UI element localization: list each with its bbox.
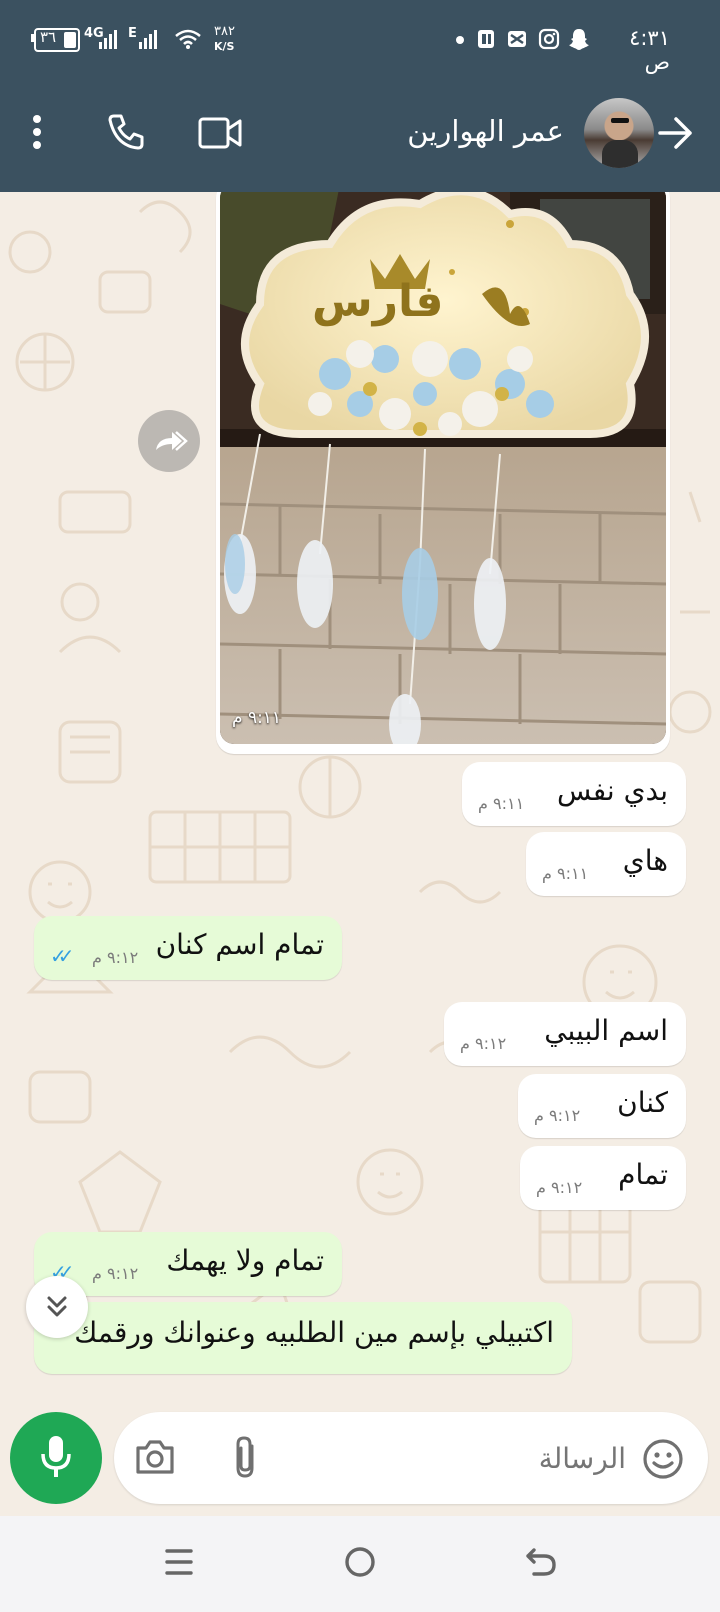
more-vert-icon[interactable] bbox=[26, 110, 48, 154]
message-bubble-outgoing[interactable]: تمام اسم كنان ٩:١٢ م ✓✓ bbox=[34, 916, 342, 980]
emoji-icon[interactable] bbox=[642, 1438, 684, 1480]
message-bubble-incoming[interactable]: تمام ٩:١٢ م bbox=[520, 1146, 686, 1210]
clock-time: ٤:٣١ ص bbox=[629, 26, 670, 74]
chat-header: عمر الهوارين bbox=[0, 80, 720, 192]
message-time: ٩:١١ م bbox=[478, 794, 525, 813]
net-speed-unit: K/S bbox=[214, 40, 235, 53]
message-time: ٩:١٢ م bbox=[534, 1106, 581, 1125]
message-text: اسم البيبي bbox=[544, 1014, 668, 1047]
menu-nav-icon[interactable] bbox=[164, 1546, 194, 1578]
back-nav-icon[interactable] bbox=[524, 1546, 558, 1578]
snapchat-icon bbox=[569, 29, 589, 50]
system-nav-bar bbox=[0, 1516, 720, 1612]
attach-icon[interactable] bbox=[230, 1434, 260, 1480]
forward-button[interactable] bbox=[138, 410, 200, 472]
back-arrow-icon[interactable] bbox=[658, 116, 694, 150]
scroll-down-icon bbox=[47, 1296, 67, 1317]
message-input-box[interactable] bbox=[114, 1412, 708, 1504]
status-bar: ٣٦ 4G E ٣٨٢ K/S ٤:٣١ ص bbox=[0, 0, 720, 80]
image-photo[interactable] bbox=[220, 192, 666, 744]
read-ticks-icon: ✓✓ bbox=[50, 944, 74, 968]
message-time: ٩:١٢ م bbox=[460, 1034, 507, 1053]
battery-level: ٣٦ bbox=[40, 28, 57, 46]
home-nav-icon[interactable] bbox=[342, 1544, 378, 1580]
network-type-label-2: E bbox=[128, 26, 137, 41]
message-input[interactable] bbox=[414, 1434, 628, 1482]
message-text: بدي نفس bbox=[557, 774, 668, 807]
battery-icon: ٣٦ bbox=[34, 28, 80, 52]
message-time: ٩:١١ م bbox=[542, 864, 589, 883]
mic-icon bbox=[41, 1436, 71, 1477]
scroll-down-button[interactable] bbox=[26, 1276, 88, 1338]
message-text: تمام اسم كنان bbox=[155, 928, 324, 961]
message-bubble-incoming[interactable]: كنان ٩:١٢ م bbox=[518, 1074, 686, 1138]
chat-area[interactable]: فارس ٩:١١ م بدي نفس ٩:١١ م هاي ٩:١١ م تم… bbox=[0, 192, 720, 1408]
signal-icon bbox=[99, 30, 117, 49]
video-call-icon[interactable] bbox=[198, 116, 242, 150]
wifi-icon bbox=[175, 29, 201, 49]
message-bubble-incoming[interactable]: هاي ٩:١١ م bbox=[526, 832, 686, 896]
message-text: اكتبيلي بإسم مين الطلبيه وعنوانك ورقمك bbox=[74, 1316, 554, 1349]
message-bubble-incoming[interactable]: بدي نفس ٩:١١ م bbox=[462, 762, 686, 826]
instagram-icon bbox=[538, 28, 560, 50]
net-speed-value: ٣٨٢ bbox=[214, 24, 235, 39]
app-notification-icon-2 bbox=[508, 31, 526, 47]
phone-icon[interactable] bbox=[106, 112, 146, 152]
app-notification-icon bbox=[478, 30, 494, 48]
message-time: ٩:١٢ م bbox=[536, 1178, 583, 1197]
mic-button[interactable] bbox=[10, 1412, 102, 1504]
contact-name[interactable]: عمر الهوارين bbox=[380, 114, 564, 148]
forward-icon bbox=[156, 431, 188, 451]
camera-icon[interactable] bbox=[134, 1438, 176, 1476]
message-text: هاي bbox=[622, 844, 668, 877]
image-message-time: ٩:١١ م bbox=[232, 708, 282, 728]
signal-icon-2 bbox=[139, 30, 157, 49]
message-text: تمام ولا يهمك bbox=[166, 1244, 324, 1277]
message-time: ٩:١٢ م bbox=[92, 948, 139, 967]
message-bubble-outgoing[interactable]: اكتبيلي بإسم مين الطلبيه وعنوانك ورقمك bbox=[34, 1302, 572, 1374]
composer-bar bbox=[0, 1408, 720, 1516]
notification-dot-icon bbox=[456, 36, 464, 44]
message-text: كنان bbox=[617, 1086, 668, 1119]
image-sign-text-hidden: فارس bbox=[312, 276, 444, 327]
message-time: ٩:١٢ م bbox=[92, 1264, 139, 1283]
avatar[interactable] bbox=[584, 98, 654, 168]
message-text: تمام bbox=[618, 1158, 668, 1191]
image-message[interactable]: فارس ٩:١١ م bbox=[216, 192, 670, 754]
message-bubble-incoming[interactable]: اسم البيبي ٩:١٢ م bbox=[444, 1002, 686, 1066]
